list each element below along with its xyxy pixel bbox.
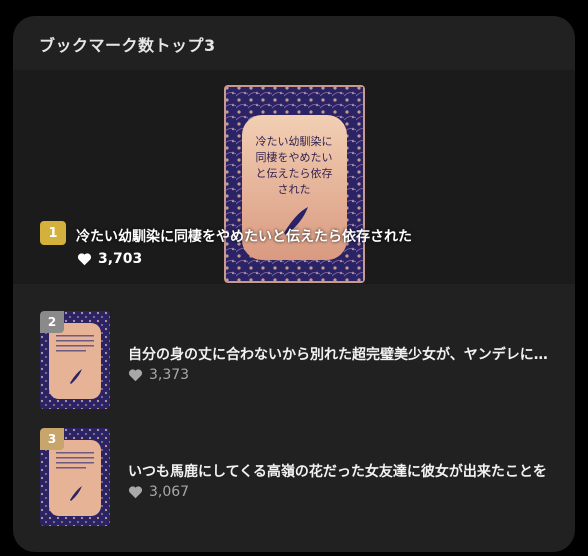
cover-line-2: 同棲をやめたい (256, 151, 333, 164)
rank-1-like-count: 3,703 (98, 251, 143, 267)
rank-2-title[interactable]: 自分の身の丈に合わないから別れた超完璧美少女が、ヤンデレに… (128, 344, 548, 364)
book-cover-2[interactable]: 2 (40, 311, 110, 409)
heart-icon (128, 369, 143, 382)
rank-badge-2: 2 (40, 311, 64, 333)
cover-line-4: された (278, 183, 311, 196)
cover-line-3: と伝えたら依存 (256, 166, 333, 180)
rank-3-like-count: 3,067 (149, 484, 190, 500)
heart-icon (128, 486, 143, 499)
rank-badge-3: 3 (40, 428, 64, 450)
rank-3-item[interactable]: 3 いつも馬鹿にしてくる高嶺の花だった女友達に彼女が出来たことを… 3,067 (40, 428, 560, 528)
rank-1-item[interactable]: 冷たい幼馴染に 同棲をやめたい と伝えたら依存 された 1 冷たい幼馴染に同棲を… (13, 70, 575, 284)
rank-3-title[interactable]: いつも馬鹿にしてくる高嶺の花だった女友達に彼女が出来たことを… (128, 461, 548, 481)
book-cover-1[interactable]: 冷たい幼馴染に 同棲をやめたい と伝えたら依存 された (224, 85, 365, 283)
panel-title: ブックマーク数トップ3 (39, 36, 216, 55)
rank-3-likes: 3,067 (128, 484, 189, 500)
rank-2-item[interactable]: 2 自分の身の丈に合わないから別れた超完璧美少女が、ヤンデレに… 3,373 (40, 311, 560, 411)
bookmark-ranking-panel: ブックマーク数トップ3 冷たい幼馴染に 同棲をやめたい と伝えたら依存 された … (13, 16, 575, 552)
cover-line-1: 冷たい幼馴染に (256, 134, 333, 148)
rank-1-likes: 3,703 (77, 251, 142, 267)
heart-icon (77, 253, 92, 266)
book-cover-3[interactable]: 3 (40, 428, 110, 526)
rank-2-like-count: 3,373 (149, 367, 190, 383)
rank-2-likes: 3,373 (128, 367, 189, 383)
rank-badge-1: 1 (40, 221, 66, 245)
rank-1-title[interactable]: 冷たい幼馴染に同棲をやめたいと伝えたら依存された (76, 226, 412, 246)
